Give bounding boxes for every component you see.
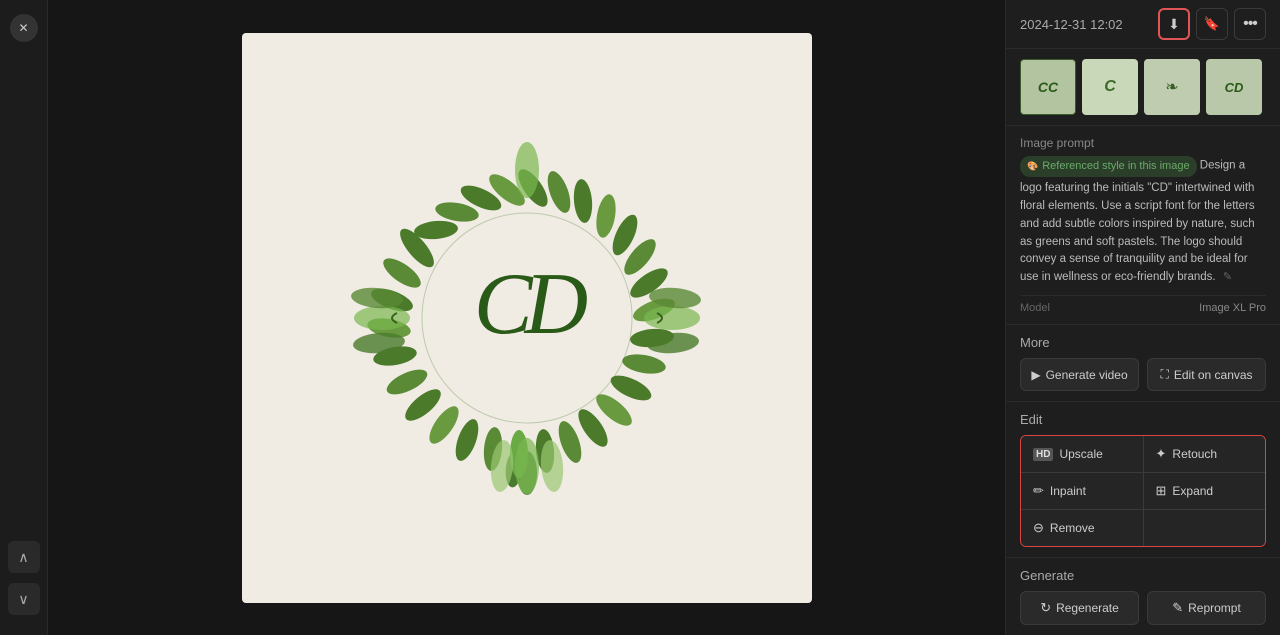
right-panel: 2024-12-31 12:02 ⬇ 🔖 ••• CC C ❧ CD <box>1005 0 1280 635</box>
inpaint-button[interactable]: ✏ Inpaint <box>1021 473 1143 509</box>
nav-down-button[interactable]: ∨ <box>8 583 40 615</box>
model-row: Model Image XL Pro <box>1020 295 1266 314</box>
remove-icon: ⊖ <box>1033 520 1044 536</box>
more-options-icon: ••• <box>1243 15 1257 33</box>
expand-button[interactable]: ⊞ Expand <box>1144 473 1266 509</box>
regenerate-button[interactable]: ↻ Regenerate <box>1020 591 1139 625</box>
reprompt-button[interactable]: ✎ Reprompt <box>1147 591 1266 625</box>
thumbnail-4[interactable]: CD <box>1206 59 1262 115</box>
bookmark-icon: 🔖 <box>1204 16 1220 32</box>
bookmark-button[interactable]: 🔖 <box>1196 8 1228 40</box>
prompt-text: Design a logo featuring the initials "CD… <box>1020 160 1255 284</box>
logo-image: CD <box>327 118 727 518</box>
edit-section: Edit HD Upscale ✦ Retouch ✏ Inpaint <box>1006 402 1280 558</box>
generate-section: Generate ↻ Regenerate ✎ Reprompt <box>1006 558 1280 635</box>
upscale-icon: HD <box>1033 448 1053 461</box>
remove-button[interactable]: ⊖ Remove <box>1021 510 1143 546</box>
thumbnail-3[interactable]: ❧ <box>1144 59 1200 115</box>
edit-on-canvas-button[interactable]: ⛶ Edit on canvas <box>1147 358 1266 391</box>
edit-empty-cell <box>1144 510 1266 546</box>
download-button[interactable]: ⬇ <box>1158 8 1190 40</box>
image-prompt-section: Image prompt 🎨 Referenced style in this … <box>1006 126 1280 325</box>
close-button[interactable]: ✕ <box>10 14 38 42</box>
download-icon: ⬇ <box>1168 16 1180 33</box>
generate-section-title: Generate <box>1020 568 1266 583</box>
upscale-button[interactable]: HD Upscale <box>1021 436 1143 472</box>
thumbnails-row: CC C ❧ CD <box>1006 49 1280 126</box>
ref-pill[interactable]: 🎨 Referenced style in this image <box>1020 156 1197 177</box>
edit-section-title: Edit <box>1020 412 1266 427</box>
image-canvas: CD <box>242 33 812 603</box>
regenerate-icon: ↻ <box>1040 600 1051 616</box>
prompt-content: 🎨 Referenced style in this image Design … <box>1020 156 1266 287</box>
nav-up-button[interactable]: ∧ <box>8 541 40 573</box>
inpaint-icon: ✏ <box>1033 483 1044 499</box>
edit-prompt-icon[interactable]: ✎ <box>1223 271 1232 283</box>
image-area: CD <box>48 0 1005 635</box>
expand-icon: ⊞ <box>1156 483 1167 499</box>
retouch-icon: ✦ <box>1156 446 1167 462</box>
header-toolbar: 2024-12-31 12:02 ⬇ 🔖 ••• <box>1006 0 1280 49</box>
reprompt-icon: ✎ <box>1172 600 1183 616</box>
retouch-button[interactable]: ✦ Retouch <box>1144 436 1266 472</box>
more-section-title: More <box>1020 335 1266 350</box>
svg-text:CD: CD <box>473 256 587 353</box>
more-section: More ▶ Generate video ⛶ Edit on canvas <box>1006 325 1280 402</box>
generate-video-button[interactable]: ▶ Generate video <box>1020 358 1139 391</box>
thumbnail-1[interactable]: CC <box>1020 59 1076 115</box>
edit-on-canvas-icon: ⛶ <box>1160 367 1168 382</box>
image-prompt-label: Image prompt <box>1020 136 1266 150</box>
generate-video-icon: ▶ <box>1031 368 1040 382</box>
model-label: Model <box>1020 302 1050 314</box>
timestamp: 2024-12-31 12:02 <box>1020 17 1152 32</box>
edit-grid: HD Upscale ✦ Retouch ✏ Inpaint ⊞ Expand <box>1020 435 1266 547</box>
model-value: Image XL Pro <box>1199 302 1266 314</box>
more-options-button[interactable]: ••• <box>1234 8 1266 40</box>
thumbnail-2[interactable]: C <box>1082 59 1138 115</box>
